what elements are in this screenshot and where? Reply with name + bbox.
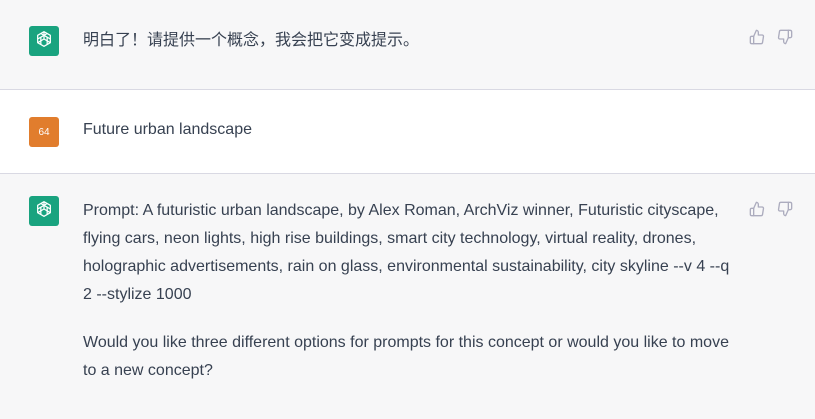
message-text: Would you like three different options f… bbox=[83, 334, 729, 379]
user-avatar-label: 64 bbox=[38, 126, 50, 138]
assistant-message: Prompt: A futuristic urban landscape, by… bbox=[0, 174, 815, 419]
feedback-buttons bbox=[749, 29, 793, 45]
thumbs-up-icon[interactable] bbox=[749, 29, 765, 45]
openai-logo-icon bbox=[34, 29, 54, 54]
message-text: Prompt: A futuristic urban landscape, by… bbox=[83, 202, 730, 303]
message-content: 明白了！请提供一个概念，我会把它变成提示。 bbox=[83, 27, 733, 55]
assistant-message: 明白了！请提供一个概念，我会把它变成提示。 bbox=[0, 0, 815, 90]
user-message: 64 Future urban landscape bbox=[0, 90, 815, 174]
thumbs-down-icon[interactable] bbox=[777, 201, 793, 217]
openai-logo-icon bbox=[34, 199, 54, 224]
thumbs-up-icon[interactable] bbox=[749, 201, 765, 217]
user-avatar: 64 bbox=[29, 117, 59, 147]
chat-thread: 明白了！请提供一个概念，我会把它变成提示。 64 Future urban la bbox=[0, 0, 815, 419]
thumbs-down-icon[interactable] bbox=[777, 29, 793, 45]
assistant-avatar bbox=[29, 196, 59, 226]
assistant-avatar bbox=[29, 26, 59, 56]
message-text: 明白了！请提供一个概念，我会把它变成提示。 bbox=[83, 32, 420, 49]
feedback-buttons bbox=[749, 201, 793, 217]
message-content: Future urban landscape bbox=[83, 116, 733, 144]
message-text: Future urban landscape bbox=[83, 121, 252, 138]
message-content: Prompt: A futuristic urban landscape, by… bbox=[83, 197, 733, 385]
